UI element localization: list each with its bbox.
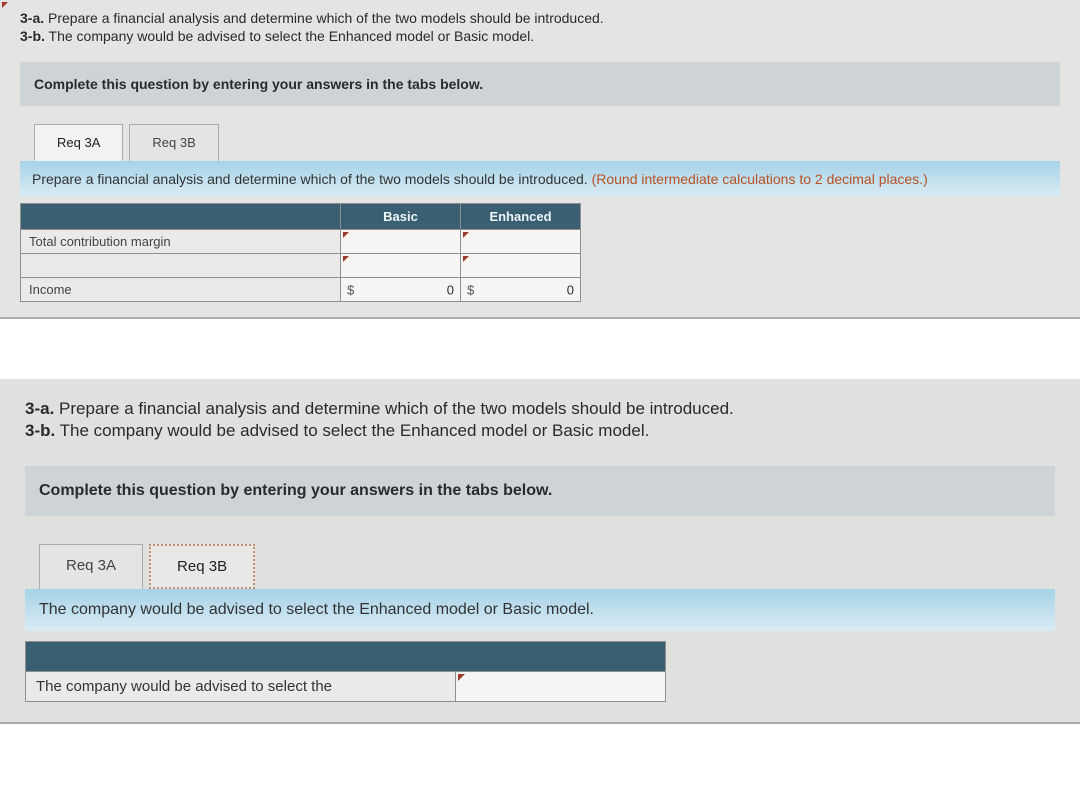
prompt-text: Prepare a financial analysis and determi… <box>32 171 592 187</box>
q3a-label-b: 3-a. <box>25 399 54 418</box>
income-enhanced-value: 0 <box>567 282 574 297</box>
table-row-income: Income $ 0 $ 0 <box>21 278 581 302</box>
instruction-bar: Complete this question by entering your … <box>20 62 1060 106</box>
prompt-hint: (Round intermediate calculations to 2 de… <box>592 171 928 187</box>
edit-indicator-icon <box>463 256 469 262</box>
blank-label[interactable] <box>21 254 341 278</box>
q3a-text-b: Prepare a financial analysis and determi… <box>59 399 734 418</box>
income-basic-cell: $ 0 <box>341 278 461 302</box>
tab-req-3a-b[interactable]: Req 3A <box>39 544 143 589</box>
tcm-basic-input[interactable] <box>341 230 461 254</box>
q3b-text: The company would be advised to select t… <box>49 28 535 44</box>
blank-enhanced-input[interactable] <box>461 254 581 278</box>
header-blank <box>21 204 341 230</box>
tab-req-3a[interactable]: Req 3A <box>34 124 123 161</box>
edit-indicator-icon <box>2 2 8 8</box>
q3b-line: 3-b. The company would be advised to sel… <box>20 28 1060 44</box>
answer-header-row <box>26 642 666 672</box>
q3a-label: 3-a. <box>20 10 44 26</box>
tab-req-3b-b[interactable]: Req 3B <box>149 544 255 589</box>
q3b-text-b: The company would be advised to select t… <box>60 421 650 440</box>
tcm-enhanced-input[interactable] <box>461 230 581 254</box>
income-label: Income <box>21 278 341 302</box>
tab-b-prompt: The company would be advised to select t… <box>25 589 1055 631</box>
header-basic: Basic <box>341 204 461 230</box>
income-basic-value: 0 <box>447 282 454 297</box>
table-row-tcm: Total contribution margin <box>21 230 581 254</box>
table-row-blank <box>21 254 581 278</box>
currency-symbol: $ <box>467 282 474 297</box>
tab-a-body: Prepare a financial analysis and determi… <box>20 161 1060 302</box>
currency-symbol: $ <box>347 282 354 297</box>
header-enhanced: Enhanced <box>461 204 581 230</box>
q3a-line-b: 3-a. Prepare a financial analysis and de… <box>25 399 1055 419</box>
tab-a-prompt: Prepare a financial analysis and determi… <box>20 161 1060 197</box>
edit-indicator-icon <box>463 232 469 238</box>
analysis-table: Basic Enhanced Total contribution margin… <box>20 203 581 302</box>
q3b-line-b: 3-b. The company would be advised to sel… <box>25 421 1055 441</box>
tabs: Req 3A Req 3B <box>34 124 1060 161</box>
income-enhanced-cell: $ 0 <box>461 278 581 302</box>
q3b-label-b: 3-b. <box>25 421 55 440</box>
question-panel-top: 3-a. Prepare a financial analysis and de… <box>0 0 1080 319</box>
tab-b-body: The company would be advised to select t… <box>25 589 1055 702</box>
q3a-text: Prepare a financial analysis and determi… <box>48 10 604 26</box>
answer-row: The company would be advised to select t… <box>26 672 666 702</box>
edit-indicator-icon <box>343 256 349 262</box>
instruction-bar-b: Complete this question by entering your … <box>25 466 1055 516</box>
table-header-row: Basic Enhanced <box>21 204 581 230</box>
tcm-label: Total contribution margin <box>21 230 341 254</box>
blank-basic-input[interactable] <box>341 254 461 278</box>
answer-header-blank <box>26 642 666 672</box>
edit-indicator-icon <box>343 232 349 238</box>
tab-req-3b[interactable]: Req 3B <box>129 124 218 161</box>
edit-indicator-icon <box>458 674 465 681</box>
answer-label: The company would be advised to select t… <box>26 672 456 702</box>
q3a-line: 3-a. Prepare a financial analysis and de… <box>20 10 1060 26</box>
answer-select[interactable] <box>456 672 666 702</box>
answer-table: The company would be advised to select t… <box>25 641 666 702</box>
tabs-b: Req 3A Req 3B <box>39 544 1055 589</box>
q3b-label: 3-b. <box>20 28 45 44</box>
question-panel-bottom: 3-a. Prepare a financial analysis and de… <box>0 379 1080 724</box>
